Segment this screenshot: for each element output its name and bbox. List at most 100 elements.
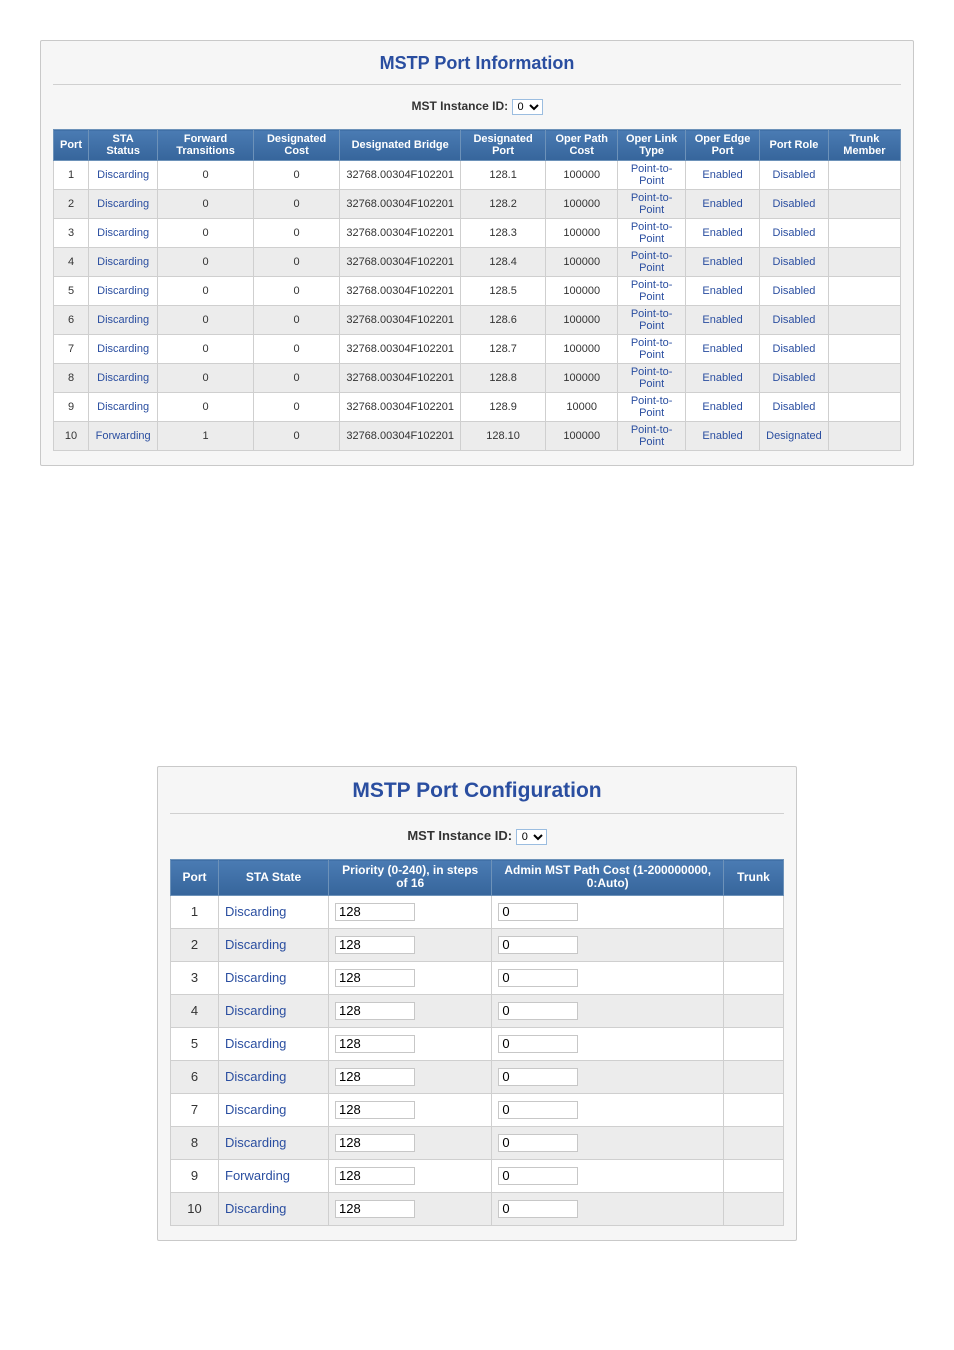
priority-input[interactable] bbox=[335, 1002, 415, 1020]
trunk-member-cell bbox=[828, 364, 900, 393]
admin-mst-path-cost-input[interactable] bbox=[498, 1167, 578, 1185]
priority-input[interactable] bbox=[335, 1068, 415, 1086]
priority-cell bbox=[329, 1027, 492, 1060]
sta-state-cell: Discarding bbox=[219, 1060, 329, 1093]
trunk-cell bbox=[724, 994, 784, 1027]
forward-transitions-cell: 0 bbox=[158, 306, 254, 335]
config-title: MSTP Port Configuration bbox=[170, 777, 784, 809]
col-port: Port bbox=[54, 130, 89, 161]
port-cell: 8 bbox=[54, 364, 89, 393]
oper-link-type-cell: Point-to-Point bbox=[618, 190, 686, 219]
admin-mst-path-cost-input[interactable] bbox=[498, 969, 578, 987]
port-role-cell: Disabled bbox=[760, 306, 829, 335]
oper-path-cost-cell: 100000 bbox=[546, 277, 618, 306]
designated-cost-cell: 0 bbox=[253, 306, 339, 335]
table-row: 8Discarding0032768.00304F102201128.81000… bbox=[54, 364, 901, 393]
designated-port-cell: 128.1 bbox=[461, 161, 546, 190]
table-row: 2Discarding0032768.00304F102201128.21000… bbox=[54, 190, 901, 219]
trunk-member-cell bbox=[828, 219, 900, 248]
port-cell: 10 bbox=[171, 1192, 219, 1225]
oper-link-type-cell: Point-to-Point bbox=[618, 364, 686, 393]
priority-input[interactable] bbox=[335, 1167, 415, 1185]
trunk-member-cell bbox=[828, 306, 900, 335]
sta-status-cell: Forwarding bbox=[89, 422, 158, 451]
trunk-member-cell bbox=[828, 190, 900, 219]
admin-mst-path-cost-input[interactable] bbox=[498, 1035, 578, 1053]
admin-mst-path-cost-input[interactable] bbox=[498, 1200, 578, 1218]
admin-mst-path-cost-cell bbox=[492, 1060, 724, 1093]
trunk-cell bbox=[724, 1060, 784, 1093]
admin-mst-path-cost-input[interactable] bbox=[498, 1002, 578, 1020]
table-row: 6Discarding bbox=[171, 1060, 784, 1093]
trunk-member-cell bbox=[828, 422, 900, 451]
col-oper-path-cost: Oper Path Cost bbox=[546, 130, 618, 161]
oper-edge-port-cell: Enabled bbox=[686, 306, 760, 335]
priority-input[interactable] bbox=[335, 903, 415, 921]
designated-cost-cell: 0 bbox=[253, 161, 339, 190]
table-row: 8Discarding bbox=[171, 1126, 784, 1159]
table-row: 9Forwarding bbox=[171, 1159, 784, 1192]
forward-transitions-cell: 0 bbox=[158, 393, 254, 422]
priority-input[interactable] bbox=[335, 1101, 415, 1119]
admin-mst-path-cost-cell bbox=[492, 961, 724, 994]
oper-link-type-cell: Point-to-Point bbox=[618, 161, 686, 190]
priority-cell bbox=[329, 994, 492, 1027]
oper-path-cost-cell: 100000 bbox=[546, 364, 618, 393]
admin-mst-path-cost-cell bbox=[492, 1093, 724, 1126]
port-cell: 4 bbox=[171, 994, 219, 1027]
port-cell: 1 bbox=[171, 895, 219, 928]
info-instance-select[interactable]: 0 bbox=[512, 99, 543, 115]
priority-input[interactable] bbox=[335, 1134, 415, 1152]
table-row: 3Discarding0032768.00304F102201128.31000… bbox=[54, 219, 901, 248]
admin-mst-path-cost-input[interactable] bbox=[498, 1134, 578, 1152]
table-row: 6Discarding0032768.00304F102201128.61000… bbox=[54, 306, 901, 335]
trunk-cell bbox=[724, 928, 784, 961]
designated-bridge-cell: 32768.00304F102201 bbox=[340, 190, 461, 219]
divider bbox=[170, 813, 784, 814]
oper-edge-port-cell: Enabled bbox=[686, 422, 760, 451]
config-header-row: Port STA State Priority (0-240), in step… bbox=[171, 860, 784, 895]
priority-input[interactable] bbox=[335, 1200, 415, 1218]
oper-link-type-cell: Point-to-Point bbox=[618, 277, 686, 306]
admin-mst-path-cost-input[interactable] bbox=[498, 1068, 578, 1086]
port-cell: 8 bbox=[171, 1126, 219, 1159]
designated-port-cell: 128.5 bbox=[461, 277, 546, 306]
table-row: 5Discarding bbox=[171, 1027, 784, 1060]
oper-path-cost-cell: 100000 bbox=[546, 161, 618, 190]
sta-status-cell: Discarding bbox=[89, 161, 158, 190]
trunk-member-cell bbox=[828, 161, 900, 190]
admin-mst-path-cost-input[interactable] bbox=[498, 936, 578, 954]
trunk-cell bbox=[724, 1027, 784, 1060]
port-role-cell: Disabled bbox=[760, 335, 829, 364]
trunk-member-cell bbox=[828, 277, 900, 306]
table-row: 5Discarding0032768.00304F102201128.51000… bbox=[54, 277, 901, 306]
admin-mst-path-cost-input[interactable] bbox=[498, 903, 578, 921]
sta-state-cell: Discarding bbox=[219, 1192, 329, 1225]
forward-transitions-cell: 1 bbox=[158, 422, 254, 451]
info-header-row: Port STA Status Forward Transitions Desi… bbox=[54, 130, 901, 161]
priority-input[interactable] bbox=[335, 969, 415, 987]
oper-edge-port-cell: Enabled bbox=[686, 248, 760, 277]
oper-path-cost-cell: 100000 bbox=[546, 306, 618, 335]
col-priority: Priority (0-240), in steps of 16 bbox=[329, 860, 492, 895]
col-trunk-member: Trunk Member bbox=[828, 130, 900, 161]
table-row: 7Discarding bbox=[171, 1093, 784, 1126]
oper-path-cost-cell: 100000 bbox=[546, 190, 618, 219]
table-row: 4Discarding0032768.00304F102201128.41000… bbox=[54, 248, 901, 277]
priority-cell bbox=[329, 961, 492, 994]
oper-edge-port-cell: Enabled bbox=[686, 277, 760, 306]
priority-input[interactable] bbox=[335, 936, 415, 954]
priority-cell bbox=[329, 895, 492, 928]
admin-mst-path-cost-input[interactable] bbox=[498, 1101, 578, 1119]
oper-link-type-cell: Point-to-Point bbox=[618, 422, 686, 451]
config-instance-select[interactable]: 0 bbox=[516, 829, 547, 845]
sta-state-cell: Discarding bbox=[219, 994, 329, 1027]
table-row: 1Discarding bbox=[171, 895, 784, 928]
port-cell: 9 bbox=[171, 1159, 219, 1192]
priority-input[interactable] bbox=[335, 1035, 415, 1053]
table-row: 1Discarding0032768.00304F102201128.11000… bbox=[54, 161, 901, 190]
port-cell: 6 bbox=[171, 1060, 219, 1093]
designated-cost-cell: 0 bbox=[253, 190, 339, 219]
oper-edge-port-cell: Enabled bbox=[686, 364, 760, 393]
priority-cell bbox=[329, 1126, 492, 1159]
